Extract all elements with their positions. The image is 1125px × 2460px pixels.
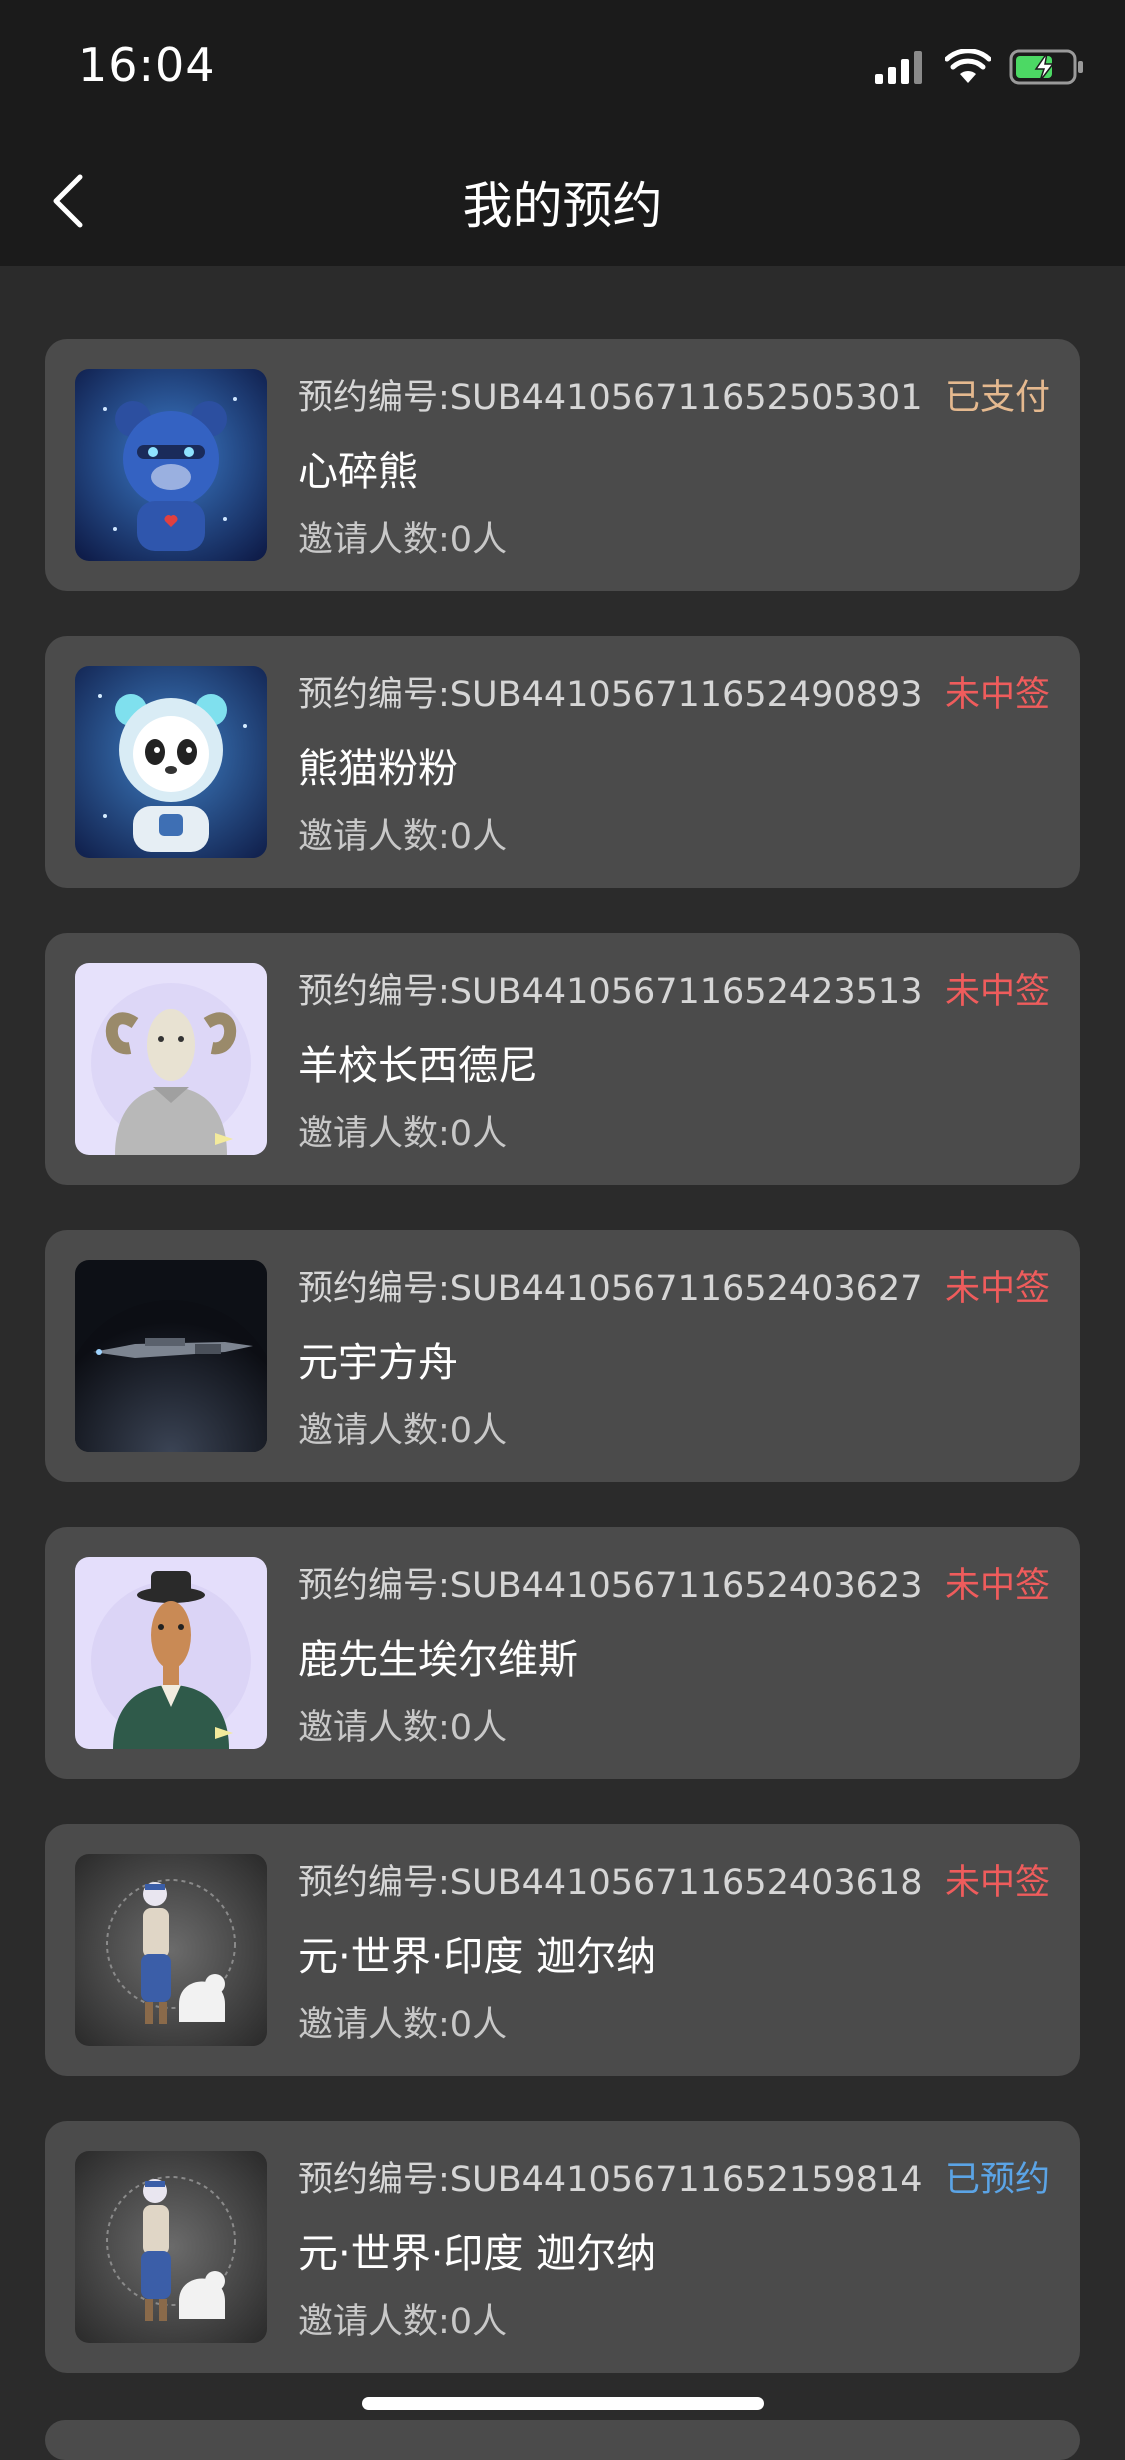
status-badge: 未中签 xyxy=(944,675,1050,715)
order-number: 预约编号:SUB441056711652490893 xyxy=(298,675,923,715)
product-name: 元·世界·印度 迦尔纳 xyxy=(298,2231,657,2277)
product-name: 羊校长西德尼 xyxy=(298,1043,538,1089)
product-name: 鹿先生埃尔维斯 xyxy=(298,1637,578,1683)
wifi-icon xyxy=(944,48,992,89)
invite-count: 邀请人数:0人 xyxy=(298,1411,508,1451)
nav-bar: 我的预约 xyxy=(0,140,1125,266)
product-name: 心碎熊 xyxy=(298,449,418,495)
indian-warrior-image xyxy=(75,1854,267,2046)
invite-count: 邀请人数:0人 xyxy=(298,2005,508,2045)
page-title: 我的预约 xyxy=(462,177,663,235)
reservation-list: 预约编号:SUB441056711652505301 已支付 心碎熊 邀请人数:… xyxy=(45,339,1080,2418)
status-badge: 已支付 xyxy=(944,378,1050,418)
reservation-card[interactable]: 预约编号:SUB441056711652159814 已预约 元·世界·印度 迦… xyxy=(45,2121,1080,2373)
status-time: 16:04 xyxy=(78,38,216,92)
status-badge: 未中签 xyxy=(944,1566,1050,1606)
invite-count: 邀请人数:0人 xyxy=(298,817,508,857)
order-number: 预约编号:SUB441056711652403623 xyxy=(298,1566,923,1606)
robot-bear-image xyxy=(75,369,267,561)
status-bar: 16:04 xyxy=(0,0,1125,140)
status-badge: 未中签 xyxy=(944,1863,1050,1903)
indian-warrior-image xyxy=(75,2151,267,2343)
order-number: 预约编号:SUB441056711652403627 xyxy=(298,1269,923,1309)
invite-count: 邀请人数:0人 xyxy=(298,2302,508,2342)
status-badge: 已预约 xyxy=(944,2160,1050,2200)
order-number: 预约编号:SUB441056711652403618 xyxy=(298,1863,923,1903)
panda-astronaut-image xyxy=(75,666,267,858)
status-icons xyxy=(875,44,1085,94)
status-badge: 未中签 xyxy=(944,972,1050,1012)
signal-icon xyxy=(875,50,927,88)
invite-count: 邀请人数:0人 xyxy=(298,1114,508,1154)
status-badge: 未中签 xyxy=(944,1269,1050,1309)
battery-charging-icon xyxy=(1009,48,1085,90)
reservation-card[interactable]: 预约编号:SUB441056711652490893 未中签 熊猫粉粉 邀请人数… xyxy=(45,636,1080,888)
home-indicator[interactable] xyxy=(362,2397,764,2410)
deer-gentleman-image xyxy=(75,1557,267,1749)
reservation-card-partial[interactable] xyxy=(45,2420,1080,2460)
reservation-card[interactable]: 预约编号:SUB441056711652403627 未中签 元宇方舟 邀请人数… xyxy=(45,1230,1080,1482)
ram-portrait-image xyxy=(75,963,267,1155)
invite-count: 邀请人数:0人 xyxy=(298,520,508,560)
reservation-card[interactable]: 预约编号:SUB441056711652403618 未中签 元·世界·印度 迦… xyxy=(45,1824,1080,2076)
reservation-card[interactable]: 预约编号:SUB441056711652403623 未中签 鹿先生埃尔维斯 邀… xyxy=(45,1527,1080,1779)
order-number: 预约编号:SUB441056711652159814 xyxy=(298,2160,923,2200)
spaceship-image xyxy=(75,1260,267,1452)
order-number: 预约编号:SUB441056711652423513 xyxy=(298,972,923,1012)
reservation-card[interactable]: 预约编号:SUB441056711652423513 未中签 羊校长西德尼 邀请… xyxy=(45,933,1080,1185)
product-name: 元·世界·印度 迦尔纳 xyxy=(298,1934,657,1980)
invite-count: 邀请人数:0人 xyxy=(298,1708,508,1748)
reservation-card[interactable]: 预约编号:SUB441056711652505301 已支付 心碎熊 邀请人数:… xyxy=(45,339,1080,591)
product-name: 熊猫粉粉 xyxy=(298,746,458,792)
order-number: 预约编号:SUB441056711652505301 xyxy=(298,378,923,418)
product-name: 元宇方舟 xyxy=(298,1340,458,1386)
